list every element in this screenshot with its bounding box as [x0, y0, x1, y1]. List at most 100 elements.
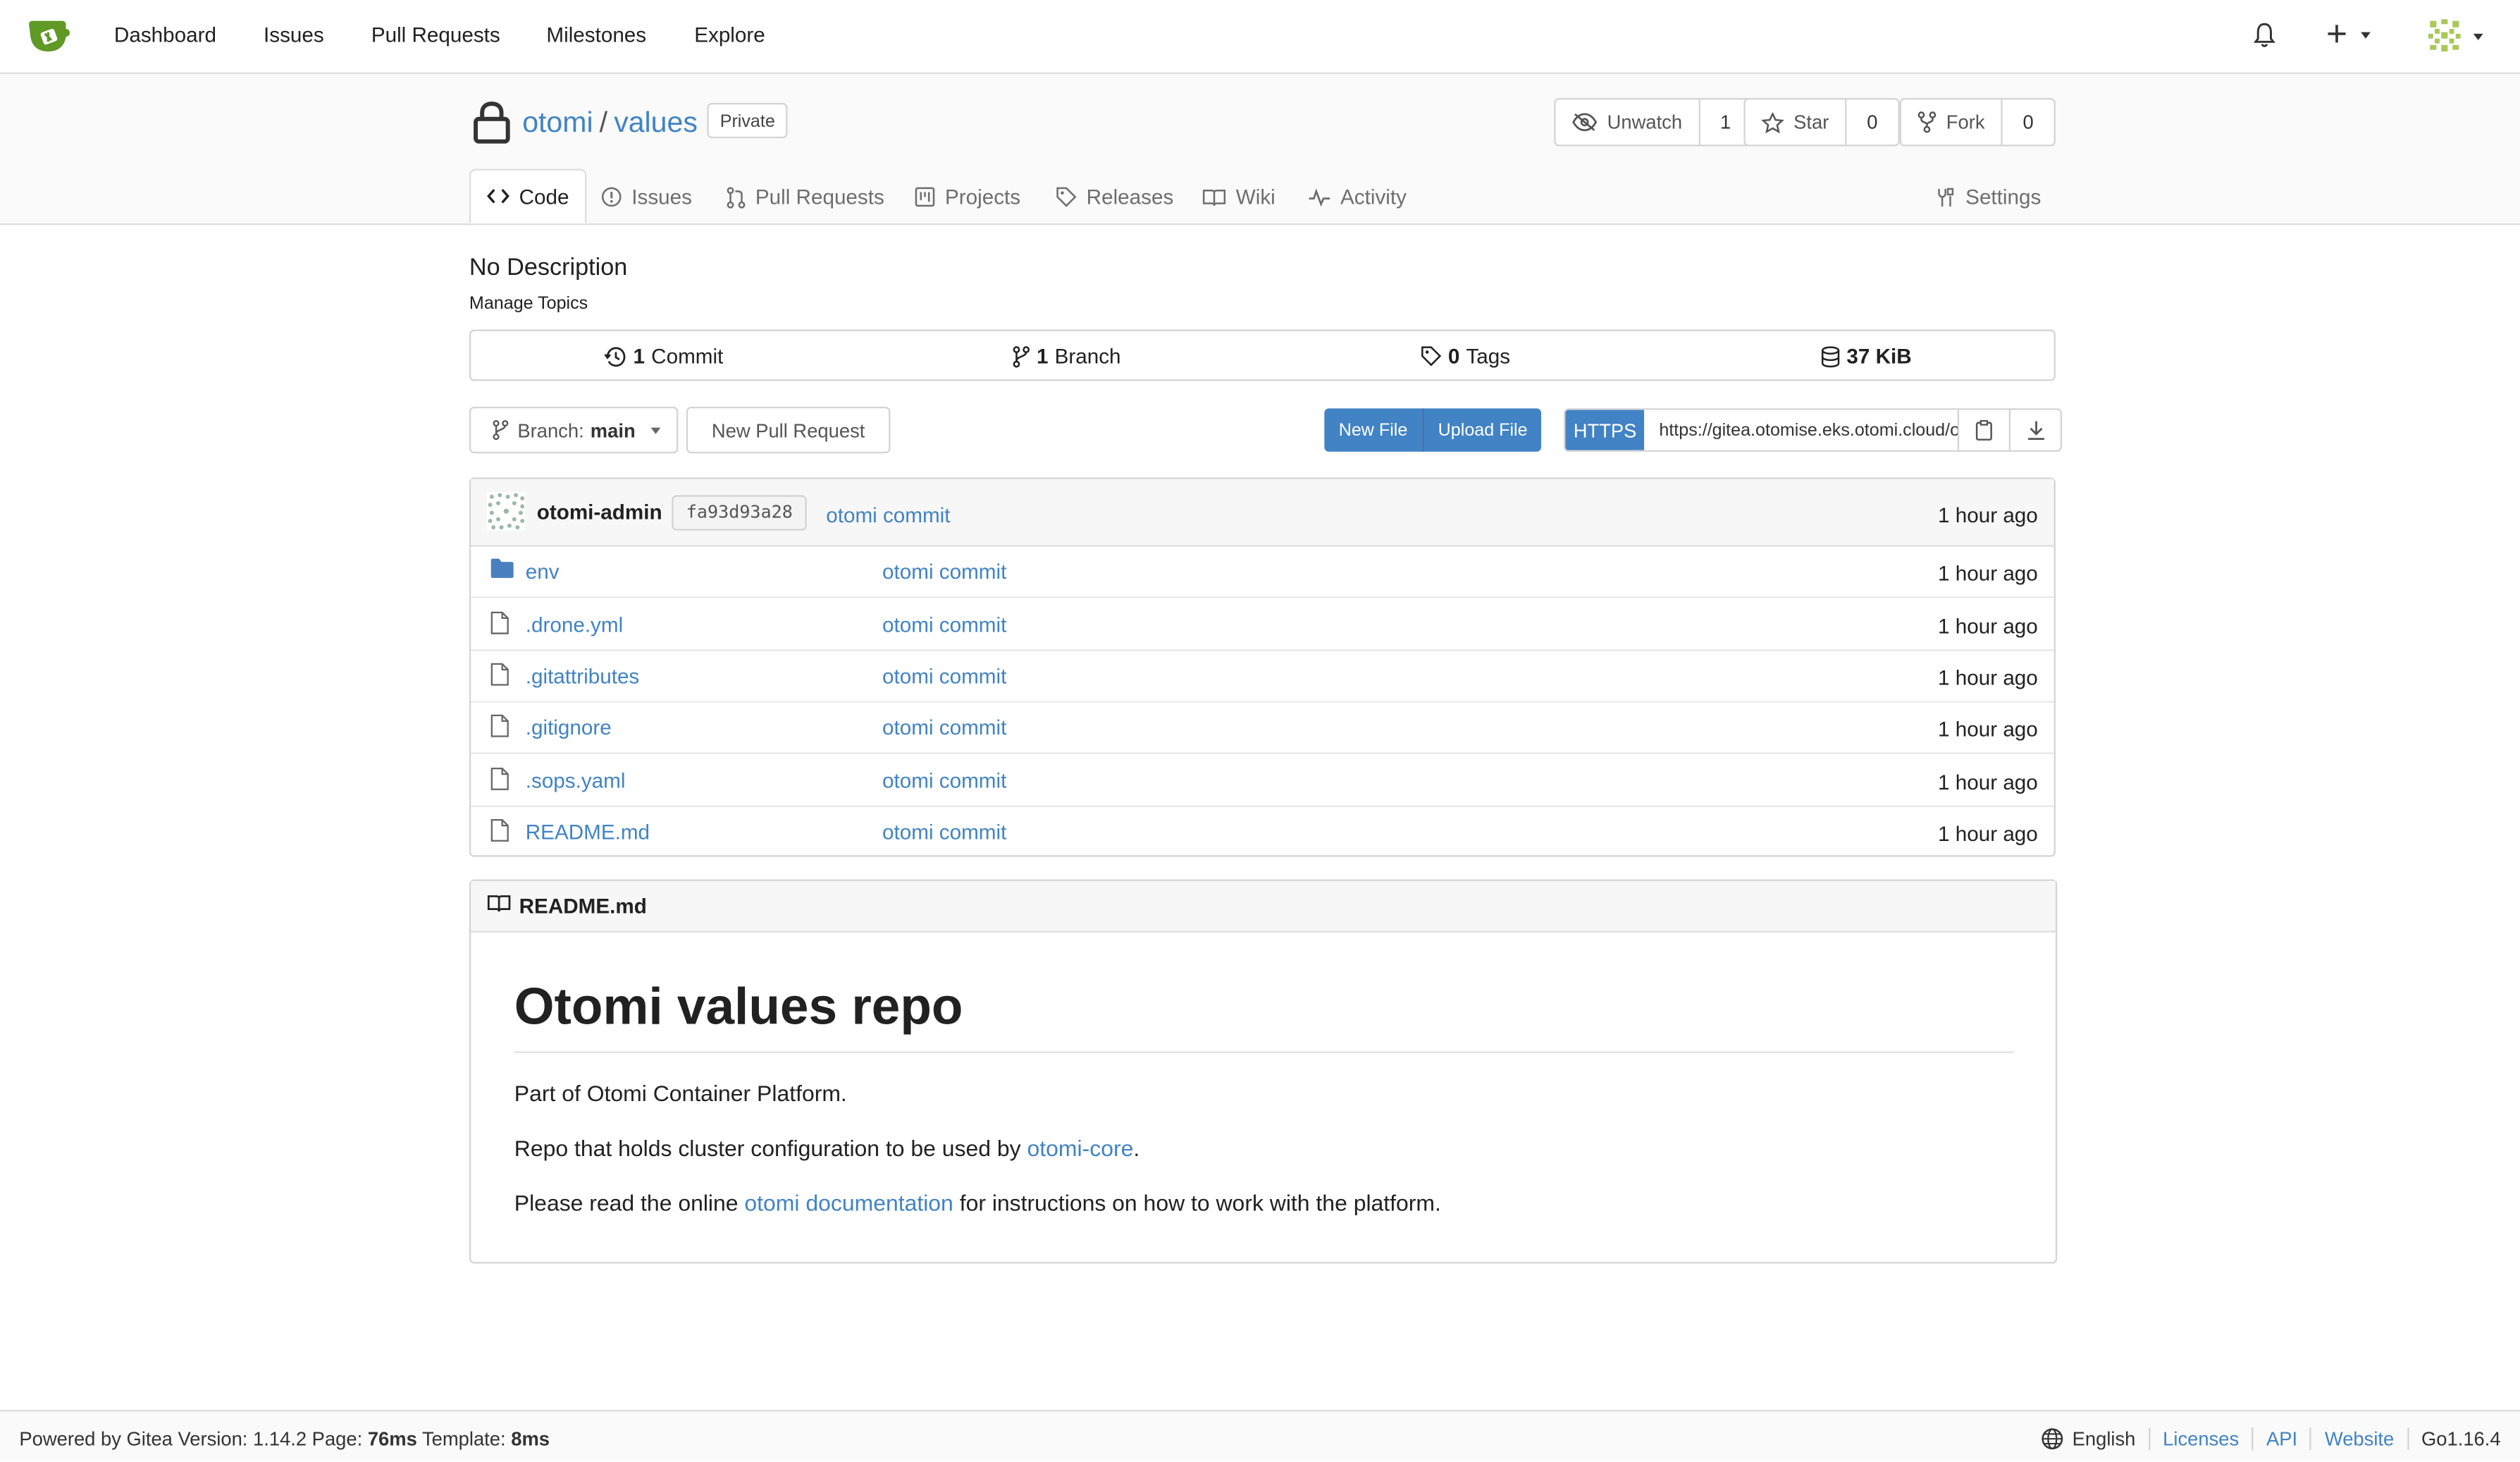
file-commit-message[interactable]: otomi commit — [882, 560, 1006, 584]
nav-milestones[interactable]: Milestones — [546, 23, 646, 47]
globe-icon — [2042, 1428, 2064, 1450]
clone-protocol-button[interactable]: HTTPS — [1565, 410, 1645, 450]
file-row: .gitignore otomi commit 1 hour ago — [471, 701, 2054, 754]
branch-name: main — [590, 419, 636, 442]
repo-owner-link[interactable]: otomi — [522, 106, 593, 140]
repo-name-link[interactable]: values — [614, 106, 698, 140]
file-name[interactable]: .gitignore — [526, 715, 612, 739]
go-version: Go1.16.4 — [2421, 1427, 2501, 1451]
file-commit-message[interactable]: otomi commit — [882, 820, 1006, 844]
nav-dashboard[interactable]: Dashboard — [114, 23, 216, 47]
readme-panel: README.md Otomi values repo Part of Otom… — [469, 879, 2058, 1264]
tab-issues[interactable]: Issues — [601, 171, 692, 223]
tab-pull-requests-label: Pull Requests — [755, 185, 884, 209]
tab-releases[interactable]: Releases — [1056, 171, 1173, 223]
file-time: 1 hour ago — [1938, 614, 2038, 639]
footer-links: English Licenses API Website Go1.16.4 — [2042, 1427, 2501, 1451]
nav-pull-requests[interactable]: Pull Requests — [371, 23, 500, 47]
commits-stat[interactable]: 1 Commit — [604, 344, 723, 368]
clone-url-input[interactable]: https://gitea.otomise.eks.otomi.cloud/ot… — [1645, 410, 1960, 450]
tab-projects[interactable]: Projects — [915, 171, 1020, 223]
upload-file-button[interactable]: Upload File — [1421, 408, 1543, 452]
otomi-documentation-link[interactable]: otomi documentation — [744, 1190, 953, 1215]
new-file-button[interactable]: New File — [1324, 408, 1422, 452]
tab-activity[interactable]: Activity — [1308, 171, 1407, 223]
file-name[interactable]: env — [526, 560, 560, 584]
website-link[interactable]: Website — [2325, 1427, 2394, 1450]
footer-divider — [2310, 1427, 2312, 1451]
user-menu[interactable] — [2426, 18, 2491, 54]
create-menu[interactable] — [2326, 23, 2377, 51]
tags-stat[interactable]: 0 Tags — [1421, 344, 1510, 368]
bell-icon[interactable] — [2253, 23, 2275, 48]
tab-pull-requests[interactable]: Pull Requests — [727, 171, 884, 223]
template-render-time: 8ms — [511, 1427, 550, 1451]
eye-slash-icon — [1572, 113, 1598, 132]
stars-count[interactable]: 0 — [1846, 99, 1898, 145]
file-commit-message[interactable]: otomi commit — [882, 664, 1006, 688]
avatar[interactable] — [487, 491, 526, 531]
branch-selector[interactable]: Branch: main — [469, 406, 679, 454]
file-row: .gitattributes otomi commit 1 hour ago — [471, 649, 2054, 703]
folder-icon — [490, 558, 514, 578]
file-row: README.md otomi commit 1 hour ago — [471, 806, 2053, 857]
unwatch-button[interactable]: Unwatch — [1556, 99, 1700, 145]
star-button[interactable]: Star — [1746, 99, 1847, 145]
lock-icon — [474, 102, 510, 144]
commit-author[interactable]: otomi-admin — [537, 500, 662, 524]
api-link[interactable]: API — [2266, 1427, 2297, 1450]
gitea-logo-icon[interactable] — [27, 18, 71, 53]
readme-text: . — [1133, 1135, 1140, 1161]
file-time: 1 hour ago — [1938, 821, 2038, 846]
file-time: 1 hour ago — [1938, 717, 2038, 742]
fork-icon — [1917, 111, 1937, 133]
tab-releases-label: Releases — [1086, 185, 1174, 209]
issue-icon — [601, 187, 622, 207]
file-name[interactable]: .gitattributes — [526, 664, 640, 688]
commit-time: 1 hour ago — [1938, 503, 2038, 528]
licenses-link[interactable]: Licenses — [2163, 1427, 2239, 1450]
file-name[interactable]: .sops.yaml — [526, 768, 626, 792]
clone-panel: HTTPS https://gitea.otomise.eks.otomi.cl… — [1564, 408, 2063, 452]
tab-settings-label: Settings — [1965, 185, 2042, 209]
project-icon — [915, 187, 935, 207]
tab-code[interactable]: Code — [469, 168, 587, 224]
readme-filename[interactable]: README.md — [519, 894, 647, 918]
tag-icon — [1421, 346, 1442, 367]
footer-divider — [2252, 1427, 2254, 1451]
branch-prefix: Branch: — [517, 419, 584, 442]
branches-label: Branch — [1054, 344, 1121, 369]
file-name[interactable]: README.md — [526, 820, 650, 844]
commit-message[interactable]: otomi commit — [826, 503, 950, 527]
forks-count[interactable]: 0 — [2003, 99, 2054, 145]
book-icon — [487, 895, 511, 912]
nav-issues[interactable]: Issues — [264, 23, 324, 47]
latest-commit-row: otomi-admin fa93d93a28 otomi commit 1 ho… — [471, 479, 2054, 547]
tab-settings[interactable]: Settings — [1935, 171, 2041, 223]
file-commit-message[interactable]: otomi commit — [882, 715, 1006, 739]
repo-size: 37 KiB — [1846, 344, 1912, 369]
tab-wiki[interactable]: Wiki — [1202, 171, 1276, 223]
fork-button-group: Fork 0 — [1899, 98, 2056, 147]
otomi-core-link[interactable]: otomi-core — [1027, 1135, 1134, 1160]
branches-count: 1 — [1036, 344, 1049, 369]
fork-button[interactable]: Fork — [1901, 99, 2003, 145]
readme-heading: Otomi values repo — [514, 977, 963, 1036]
fork-label: Fork — [1946, 111, 1985, 134]
chevron-down-icon — [2473, 33, 2483, 41]
footer-version: Powered by Gitea Version: 1.14.2 Page: 7… — [19, 1427, 550, 1450]
file-commit-message[interactable]: otomi commit — [882, 768, 1006, 792]
file-name[interactable]: .drone.yml — [526, 613, 623, 637]
commit-sha[interactable]: fa93d93a28 — [672, 495, 808, 531]
nav-explore[interactable]: Explore — [694, 23, 765, 47]
tags-count: 0 — [1447, 344, 1460, 369]
branches-stat[interactable]: 1 Branch — [1013, 344, 1121, 368]
language-selector[interactable]: English — [2073, 1427, 2136, 1450]
star-label: Star — [1793, 111, 1829, 134]
manage-topics-link[interactable]: Manage Topics — [469, 294, 588, 313]
download-button[interactable] — [2009, 410, 2061, 450]
file-commit-message[interactable]: otomi commit — [882, 613, 1006, 637]
branch-icon — [493, 419, 509, 441]
new-pull-request-button[interactable]: New Pull Request — [686, 406, 891, 454]
copy-url-button[interactable] — [1960, 410, 2010, 450]
